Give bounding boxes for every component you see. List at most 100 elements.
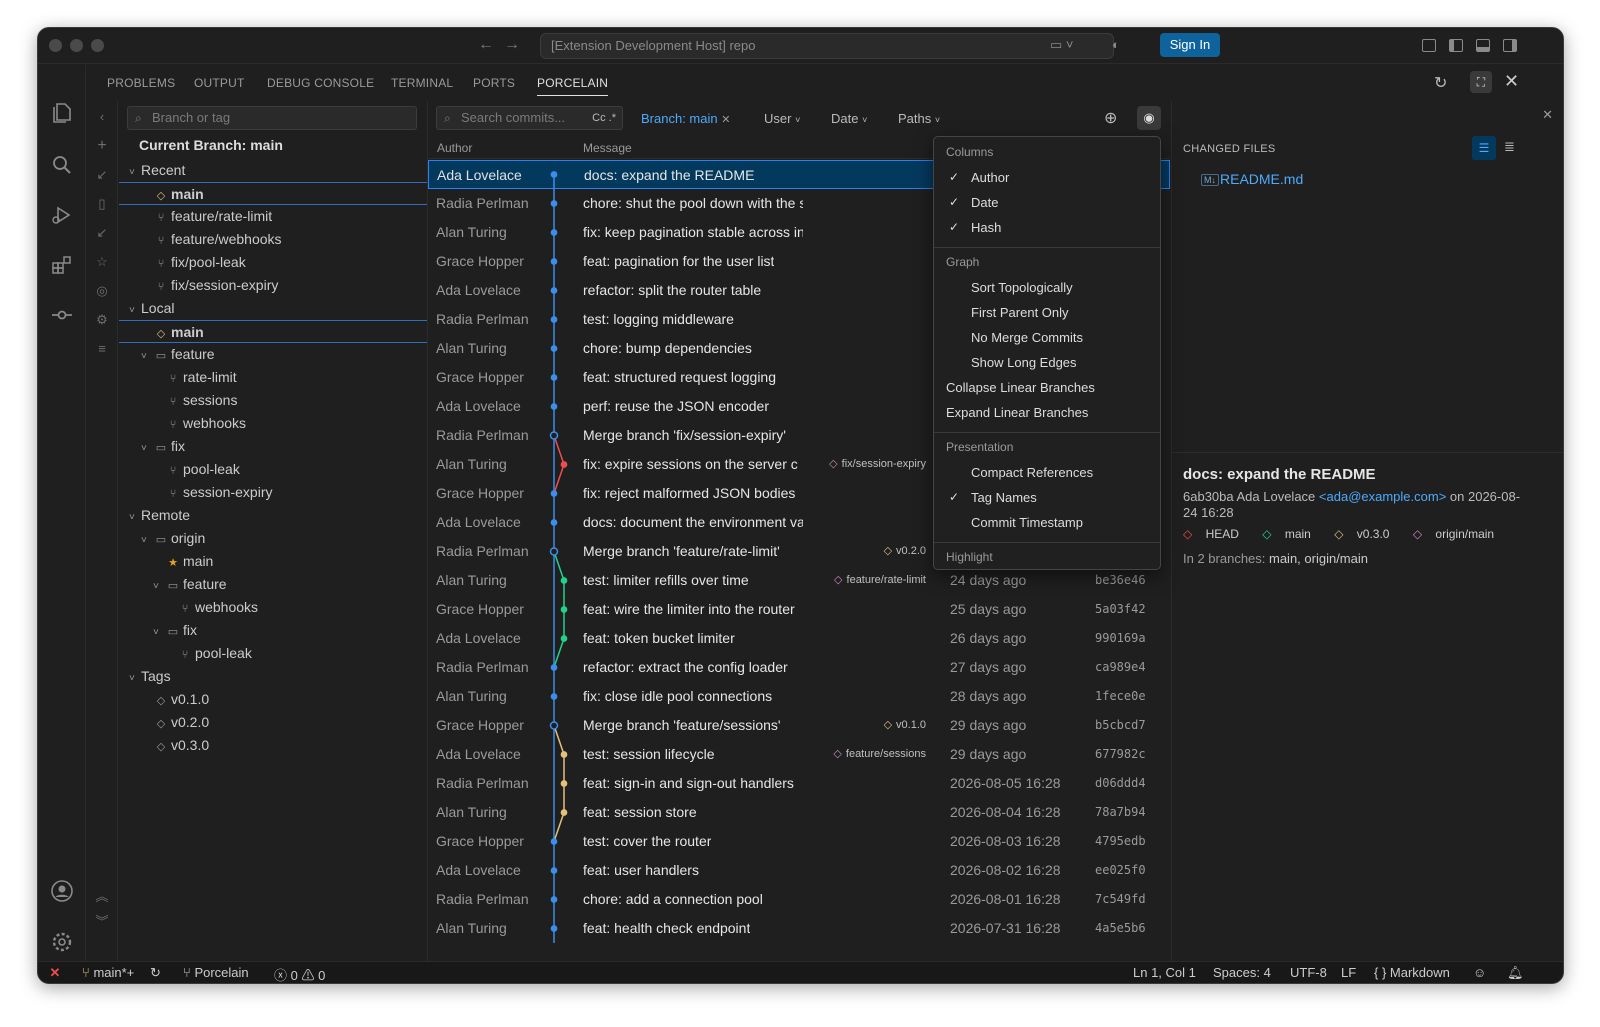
tree-item[interactable]: ˅ ▭ fix — [119, 435, 427, 458]
date-filter[interactable]: Date ˅ — [831, 111, 867, 126]
tab-output[interactable]: OUTPUT — [194, 76, 245, 90]
indentation[interactable]: Spaces: 4 — [1213, 965, 1271, 980]
tree-item[interactable]: ⑂ webhooks — [119, 596, 427, 619]
tree-item[interactable]: ⑂ fix/pool-leak — [119, 251, 427, 274]
menu-item[interactable]: Compact References — [971, 465, 1093, 480]
menu-item[interactable]: Expand Linear Branches — [946, 405, 1088, 420]
tree-item[interactable]: ˅ ▭ feature — [119, 343, 427, 366]
branch-filter-chip[interactable]: Branch: main ✕ — [641, 111, 730, 126]
tab-ports[interactable]: PORTS — [473, 76, 515, 90]
toggle-secondary-sidebar-icon[interactable] — [1503, 39, 1517, 52]
locate-icon[interactable]: ⊕ — [1104, 108, 1117, 128]
tree-item[interactable]: ⑂ feature/webhooks — [119, 228, 427, 251]
ref-main[interactable]: ◇ main — [1262, 527, 1321, 541]
close-details-icon[interactable]: ✕ — [1542, 107, 1553, 123]
menu-item[interactable]: No Merge Commits — [971, 330, 1083, 345]
tree-section[interactable]: ˅ Recent — [119, 159, 427, 182]
back-arrow-icon[interactable]: ← — [478, 36, 494, 54]
settings-icon[interactable] — [50, 930, 74, 954]
account-icon[interactable] — [50, 879, 74, 903]
run-debug-icon[interactable] — [50, 203, 74, 227]
tree-view-icon[interactable]: ☰ — [1472, 136, 1496, 160]
tree-item[interactable]: ◇ v0.3.0 — [119, 734, 427, 757]
ref-head[interactable]: ◇ HEAD — [1183, 527, 1249, 541]
menu-item[interactable]: Tag Names — [971, 490, 1037, 505]
source-control-icon[interactable] — [50, 303, 74, 327]
commit-ref-badge[interactable]: ◇ feature/sessions — [833, 740, 926, 769]
porcelain-status[interactable]: ⑂ Porcelain — [183, 965, 249, 980]
menu-item[interactable]: First Parent Only — [971, 305, 1069, 320]
add-icon[interactable]: + — [95, 137, 109, 155]
toggle-sidebar-icon[interactable] — [1449, 39, 1463, 52]
tree-item[interactable]: ⑂ feature/rate-limit — [119, 205, 427, 228]
chevron-down-icon[interactable]: ˅ — [129, 667, 141, 690]
tree-item[interactable]: ˅ ▭ origin — [119, 527, 427, 550]
chevron-down-icon[interactable]: ˅ — [129, 161, 141, 184]
cursor-position[interactable]: Ln 1, Col 1 — [1133, 965, 1196, 980]
sign-in-button[interactable]: Sign In — [1160, 33, 1220, 57]
chevron-down-icon[interactable]: ˅ — [129, 506, 141, 529]
branch-status[interactable]: ⑂ main*+ — [82, 965, 134, 980]
remote-indicator-icon[interactable]: ✕ — [38, 962, 72, 983]
tree-item[interactable]: ◇ main — [119, 182, 427, 205]
commit-ref-badge[interactable]: ◇ v0.1.0 — [884, 711, 926, 740]
chevron-down-icon[interactable]: ˅ — [129, 299, 141, 322]
commit-ref-badge[interactable]: ◇ feature/rate-limit — [834, 566, 926, 595]
tab-terminal[interactable]: TERMINAL — [391, 76, 453, 90]
list-icon[interactable]: ≡ — [95, 341, 109, 356]
language-mode[interactable]: { } Markdown — [1374, 965, 1450, 980]
chevron-down-icon[interactable]: ˅ — [141, 437, 153, 460]
tab-porcelain[interactable]: PORCELAIN — [537, 76, 609, 96]
tree-item[interactable]: ⑂ pool-leak — [119, 642, 427, 665]
maximize-panel-icon[interactable]: ⛶ — [1470, 71, 1492, 93]
encoding[interactable]: UTF-8 — [1290, 965, 1327, 980]
changed-file-readme[interactable]: README.md — [1220, 171, 1303, 187]
chevron-down-icon[interactable]: ˅ — [141, 529, 153, 552]
files-icon[interactable] — [50, 101, 74, 125]
tree-item[interactable]: ◇ v0.1.0 — [119, 688, 427, 711]
ref-tag[interactable]: ◇ v0.3.0 — [1334, 527, 1399, 541]
message-column-header[interactable]: Message — [583, 141, 632, 155]
menu-item[interactable]: Author — [971, 170, 1009, 185]
close-panel-icon[interactable]: ✕ — [1504, 71, 1519, 92]
paths-filter[interactable]: Paths ˅ — [898, 111, 940, 126]
user-filter[interactable]: User ˅ — [764, 111, 800, 126]
search-icon[interactable] — [50, 153, 74, 177]
tree-item[interactable]: ⑂ session-expiry — [119, 481, 427, 504]
commit-search-input[interactable]: ⌕ Search commits... Cc .* — [436, 106, 623, 130]
notifications-bell-icon[interactable]: 🔔︎ — [1507, 965, 1524, 981]
customize-layout-icon[interactable] — [1422, 39, 1436, 52]
tree-section[interactable]: ˅ Tags — [119, 665, 427, 688]
chat-icon[interactable]: ▭ ˅ — [1050, 37, 1074, 53]
forward-arrow-icon[interactable]: → — [504, 36, 520, 54]
collapse-icon[interactable]: ‹ — [95, 109, 109, 124]
chevron-down-icon[interactable]: ˅ — [153, 575, 165, 598]
menu-item[interactable]: Date — [971, 195, 998, 210]
refresh-icon[interactable]: ↻ — [1434, 73, 1447, 93]
tree-item[interactable]: ◇ v0.2.0 — [119, 711, 427, 734]
extensions-icon[interactable] — [50, 253, 74, 277]
tree-section[interactable]: ˅ Local — [119, 297, 427, 320]
scroll-bottom-icon[interactable]: ︾ — [95, 911, 109, 930]
tree-item[interactable]: ◇ main — [119, 320, 427, 343]
tree-item[interactable]: ˅ ▭ feature — [119, 573, 427, 596]
commit-ref-badge[interactable]: ◇ fix/session-expiry — [829, 450, 926, 479]
tree-item[interactable]: ⑂ webhooks — [119, 412, 427, 435]
tab-problems[interactable]: PROBLEMS — [107, 76, 175, 90]
star-icon[interactable]: ☆ — [95, 254, 109, 270]
end-of-line[interactable]: LF — [1341, 965, 1356, 980]
tree-item[interactable]: ⑂ rate-limit — [119, 366, 427, 389]
tree-item[interactable]: ˅ ▭ fix — [119, 619, 427, 642]
target-icon[interactable]: ◎ — [95, 283, 109, 299]
maximize-window-button[interactable] — [91, 39, 104, 52]
chevron-down-icon[interactable]: ˅ — [153, 621, 165, 644]
menu-item[interactable]: Collapse Linear Branches — [946, 380, 1095, 395]
commit-ref-badge[interactable]: ◇ v0.2.0 — [884, 537, 926, 566]
toggle-panel-icon[interactable] — [1476, 39, 1490, 52]
tab-debug-console[interactable]: DEBUG CONSOLE — [267, 76, 374, 90]
ref-origin-main[interactable]: ◇ origin/main — [1413, 527, 1504, 541]
menu-item[interactable]: Sort Topologically — [971, 280, 1073, 295]
sync-icon[interactable]: ↻ — [150, 965, 161, 981]
list-view-icon[interactable]: ≣ — [1504, 139, 1515, 155]
tree-item[interactable]: ⑂ pool-leak — [119, 458, 427, 481]
